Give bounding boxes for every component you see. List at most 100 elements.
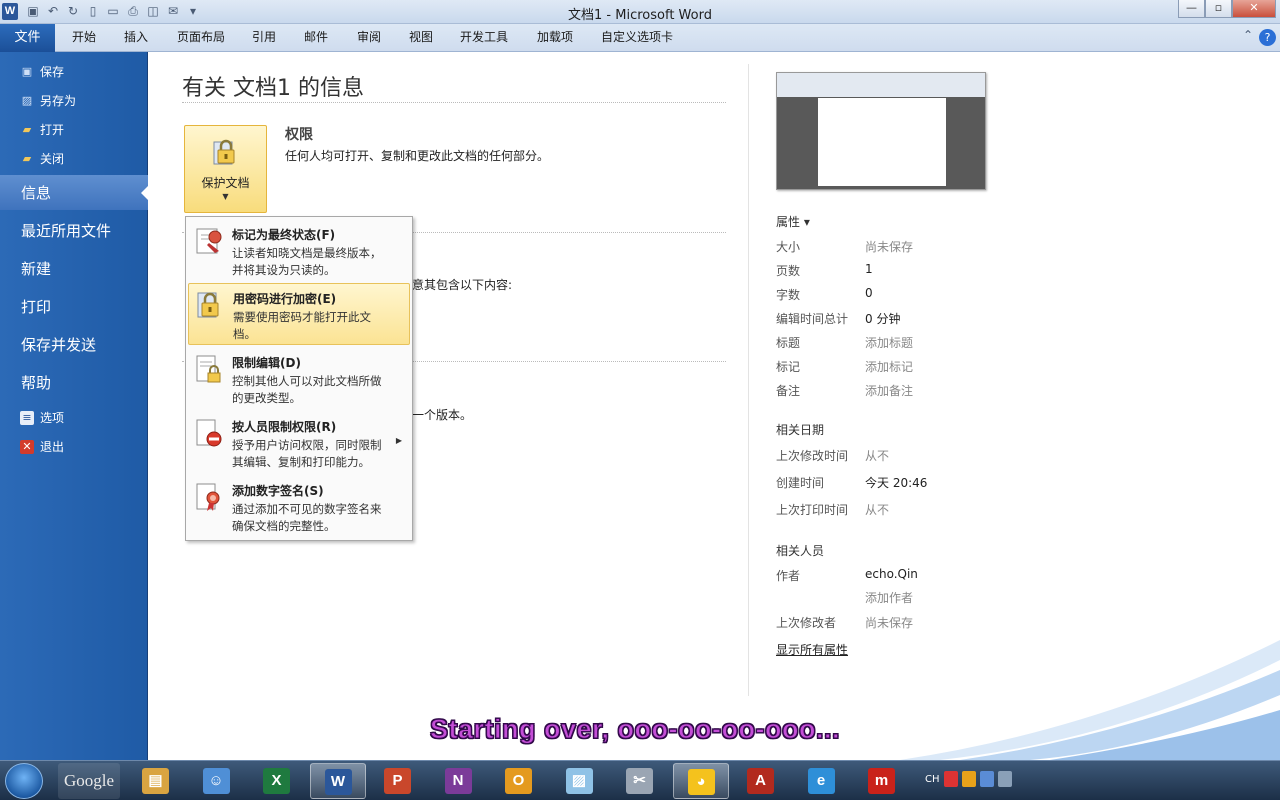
prop-value-pages: 1 [865,262,873,276]
maximize-button[interactable]: ▫ [1205,0,1232,18]
thumbnail-ribbon [777,73,985,97]
tab-custom[interactable]: 自定义选项卡 [601,28,673,45]
taskbar-app-contacts[interactable]: ☺ [189,763,245,799]
prop-label-comments: 备注 [776,384,801,398]
tab-references[interactable]: 引用 [252,28,276,45]
page-title: 有关 文档1 的信息 [182,76,364,101]
nav-tab-save-send[interactable]: 保存并发送 [21,333,96,357]
input-language[interactable]: CH [925,774,940,785]
mark-final-icon [196,228,222,254]
tray-app-icon[interactable] [997,771,1012,787]
nav-tab-info[interactable]: 信息 [21,181,51,205]
prop-value-comments-input[interactable]: 添加备注 [865,382,913,399]
nav-exit[interactable]: ✕ 退出 [20,436,64,458]
ribbon-tabs: 文件 开始 插入 页面布局 引用 邮件 审阅 视图 开发工具 加载项 自定义选项… [0,24,1280,52]
nav-save-as[interactable]: ▨ 另存为 [20,90,76,112]
acrobat-icon: A [747,768,774,794]
exit-icon: ✕ [20,440,34,454]
author-value[interactable]: echo.Qin [865,567,918,581]
notes-icon: ▨ [565,768,593,794]
prop-label-words: 字数 [776,288,801,302]
backstage-nav: ▣ 保存 ▨ 另存为 ▰ 打开 ▰ 关闭 信息 最近所用文件 新建 打印 保存并… [0,52,149,760]
start-button[interactable] [5,763,43,799]
tab-view[interactable]: 视图 [409,28,433,45]
tab-review[interactable]: 审阅 [357,28,381,45]
close-folder-icon: ▰ [22,152,32,165]
tray-app-icon[interactable] [961,771,976,787]
prop-value-title-input[interactable]: 添加标题 [865,334,913,351]
taskbar-app-acrobat[interactable]: A [733,763,789,799]
taskbar-app-powerpoint[interactable]: P [370,763,426,799]
thumbnail-page [818,98,946,186]
nav-save[interactable]: ▣ 保存 [20,61,64,83]
excel-icon: X [263,768,290,794]
close-button[interactable]: ✕ [1232,0,1276,18]
add-author-input[interactable]: 添加作者 [865,589,913,606]
taskbar-app-word[interactable]: W [309,763,366,799]
options-icon: ≡ [20,411,34,425]
taskbar-app-m-app[interactable]: m [854,763,910,799]
show-all-properties-link[interactable]: 显示所有属性 [776,641,848,658]
tab-developer[interactable]: 开发工具 [460,28,508,45]
tab-page-layout[interactable]: 页面布局 [177,28,225,45]
tab-home[interactable]: 开始 [72,28,96,45]
prop-value-words: 0 [865,286,873,300]
nav-open[interactable]: ▰ 打开 [20,119,64,141]
menu-item-encrypt-password[interactable]: 用密码进行加密(E) 需要使用密码才能打开此文档。 [188,283,410,345]
nav-tab-print[interactable]: 打印 [21,295,51,319]
taskbar-app-ie[interactable]: e [794,763,850,799]
nav-save-as-label: 另存为 [40,94,77,108]
taskbar-app-outlook[interactable]: O [491,763,547,799]
tab-addins[interactable]: 加载项 [537,28,573,45]
taskbar-app-excel[interactable]: X [249,763,305,799]
menu-item-title: 按人员限制权限(R) [232,420,337,434]
nav-tab-help[interactable]: 帮助 [21,371,51,395]
inspect-description: 意其包含以下内容: [412,278,513,292]
menu-item-description: 通过添加不可见的数字签名来确保文档的完整性。 [232,502,382,533]
nav-close[interactable]: ▰ 关闭 [20,148,64,170]
powerpoint-icon: P [384,768,411,794]
prop-label-edit-time: 编辑时间总计 [776,312,849,326]
menu-item-description: 授予用户访问权限，同时限制其编辑、复制和打印能力。 [232,438,382,469]
properties-dropdown[interactable]: 属性 ▾ [776,213,810,230]
help-icon[interactable]: ? [1259,29,1276,46]
video-subtitle-overlay: Starting over, ooo-oo-oo-ooo... [430,714,840,745]
tray-app-icon[interactable] [943,771,958,787]
tray-ime-icon[interactable] [979,771,994,787]
prop-label-size: 大小 [776,240,801,254]
window-title: 文档1 - Microsoft Word [568,8,712,23]
minimize-ribbon-icon[interactable]: ⌃ [1243,28,1253,42]
menu-item-restrict-permission[interactable]: 按人员限制权限(R) 授予用户访问权限，同时限制其编辑、复制和打印能力。 ▶ [188,412,410,474]
prop-value-tags-input[interactable]: 添加标记 [865,358,913,375]
date-value-modified: 从不 [865,449,890,463]
minimize-button[interactable]: — [1178,0,1205,18]
tab-insert[interactable]: 插入 [124,28,148,45]
permissions-description: 任何人均可打开、复制和更改此文档的任何部分。 [285,149,550,163]
protect-document-button[interactable]: 保护文档 ▼ [184,125,267,213]
taskbar-app-onenote[interactable]: N [431,763,487,799]
contacts-icon: ☺ [202,768,230,794]
date-label-printed: 上次打印时间 [776,503,849,517]
menu-item-mark-final[interactable]: 标记为最终状态(F) 让读者知晓文档是最终版本，并将其设为只读的。 [188,220,410,282]
nav-save-label: 保存 [40,65,65,79]
tab-mailings[interactable]: 邮件 [304,28,328,45]
divider [182,102,726,103]
save-as-icon: ▨ [21,94,33,107]
nav-tab-new[interactable]: 新建 [21,257,51,281]
menu-item-restrict-editing[interactable]: 限制编辑(D) 控制其他人可以对此文档所做的更改类型。 [188,348,410,410]
tab-file[interactable]: 文件 [0,24,55,52]
taskbar-app-snipping[interactable]: ✂ [612,763,668,799]
menu-item-title: 添加数字签名(S) [232,484,324,498]
taskbar-app-explorer[interactable]: ▤ [128,763,184,799]
menu-item-digital-signature[interactable]: 添加数字签名(S) 通过添加不可见的数字签名来确保文档的完整性。 [188,476,410,538]
taskbar-app-qq[interactable]: ◕ [672,763,729,799]
desktop-swoosh-graphic [900,640,1280,760]
nav-options[interactable]: ≡ 选项 [20,407,64,429]
permissions-heading: 权限 [285,127,313,143]
open-folder-icon: ▰ [22,123,32,136]
taskbar-app-notes[interactable]: ▨ [552,763,608,799]
nav-tab-recent[interactable]: 最近所用文件 [21,219,111,243]
google-toolbar[interactable]: Google [58,763,120,799]
document-thumbnail [776,72,986,190]
menu-item-title: 标记为最终状态(F) [232,228,336,242]
